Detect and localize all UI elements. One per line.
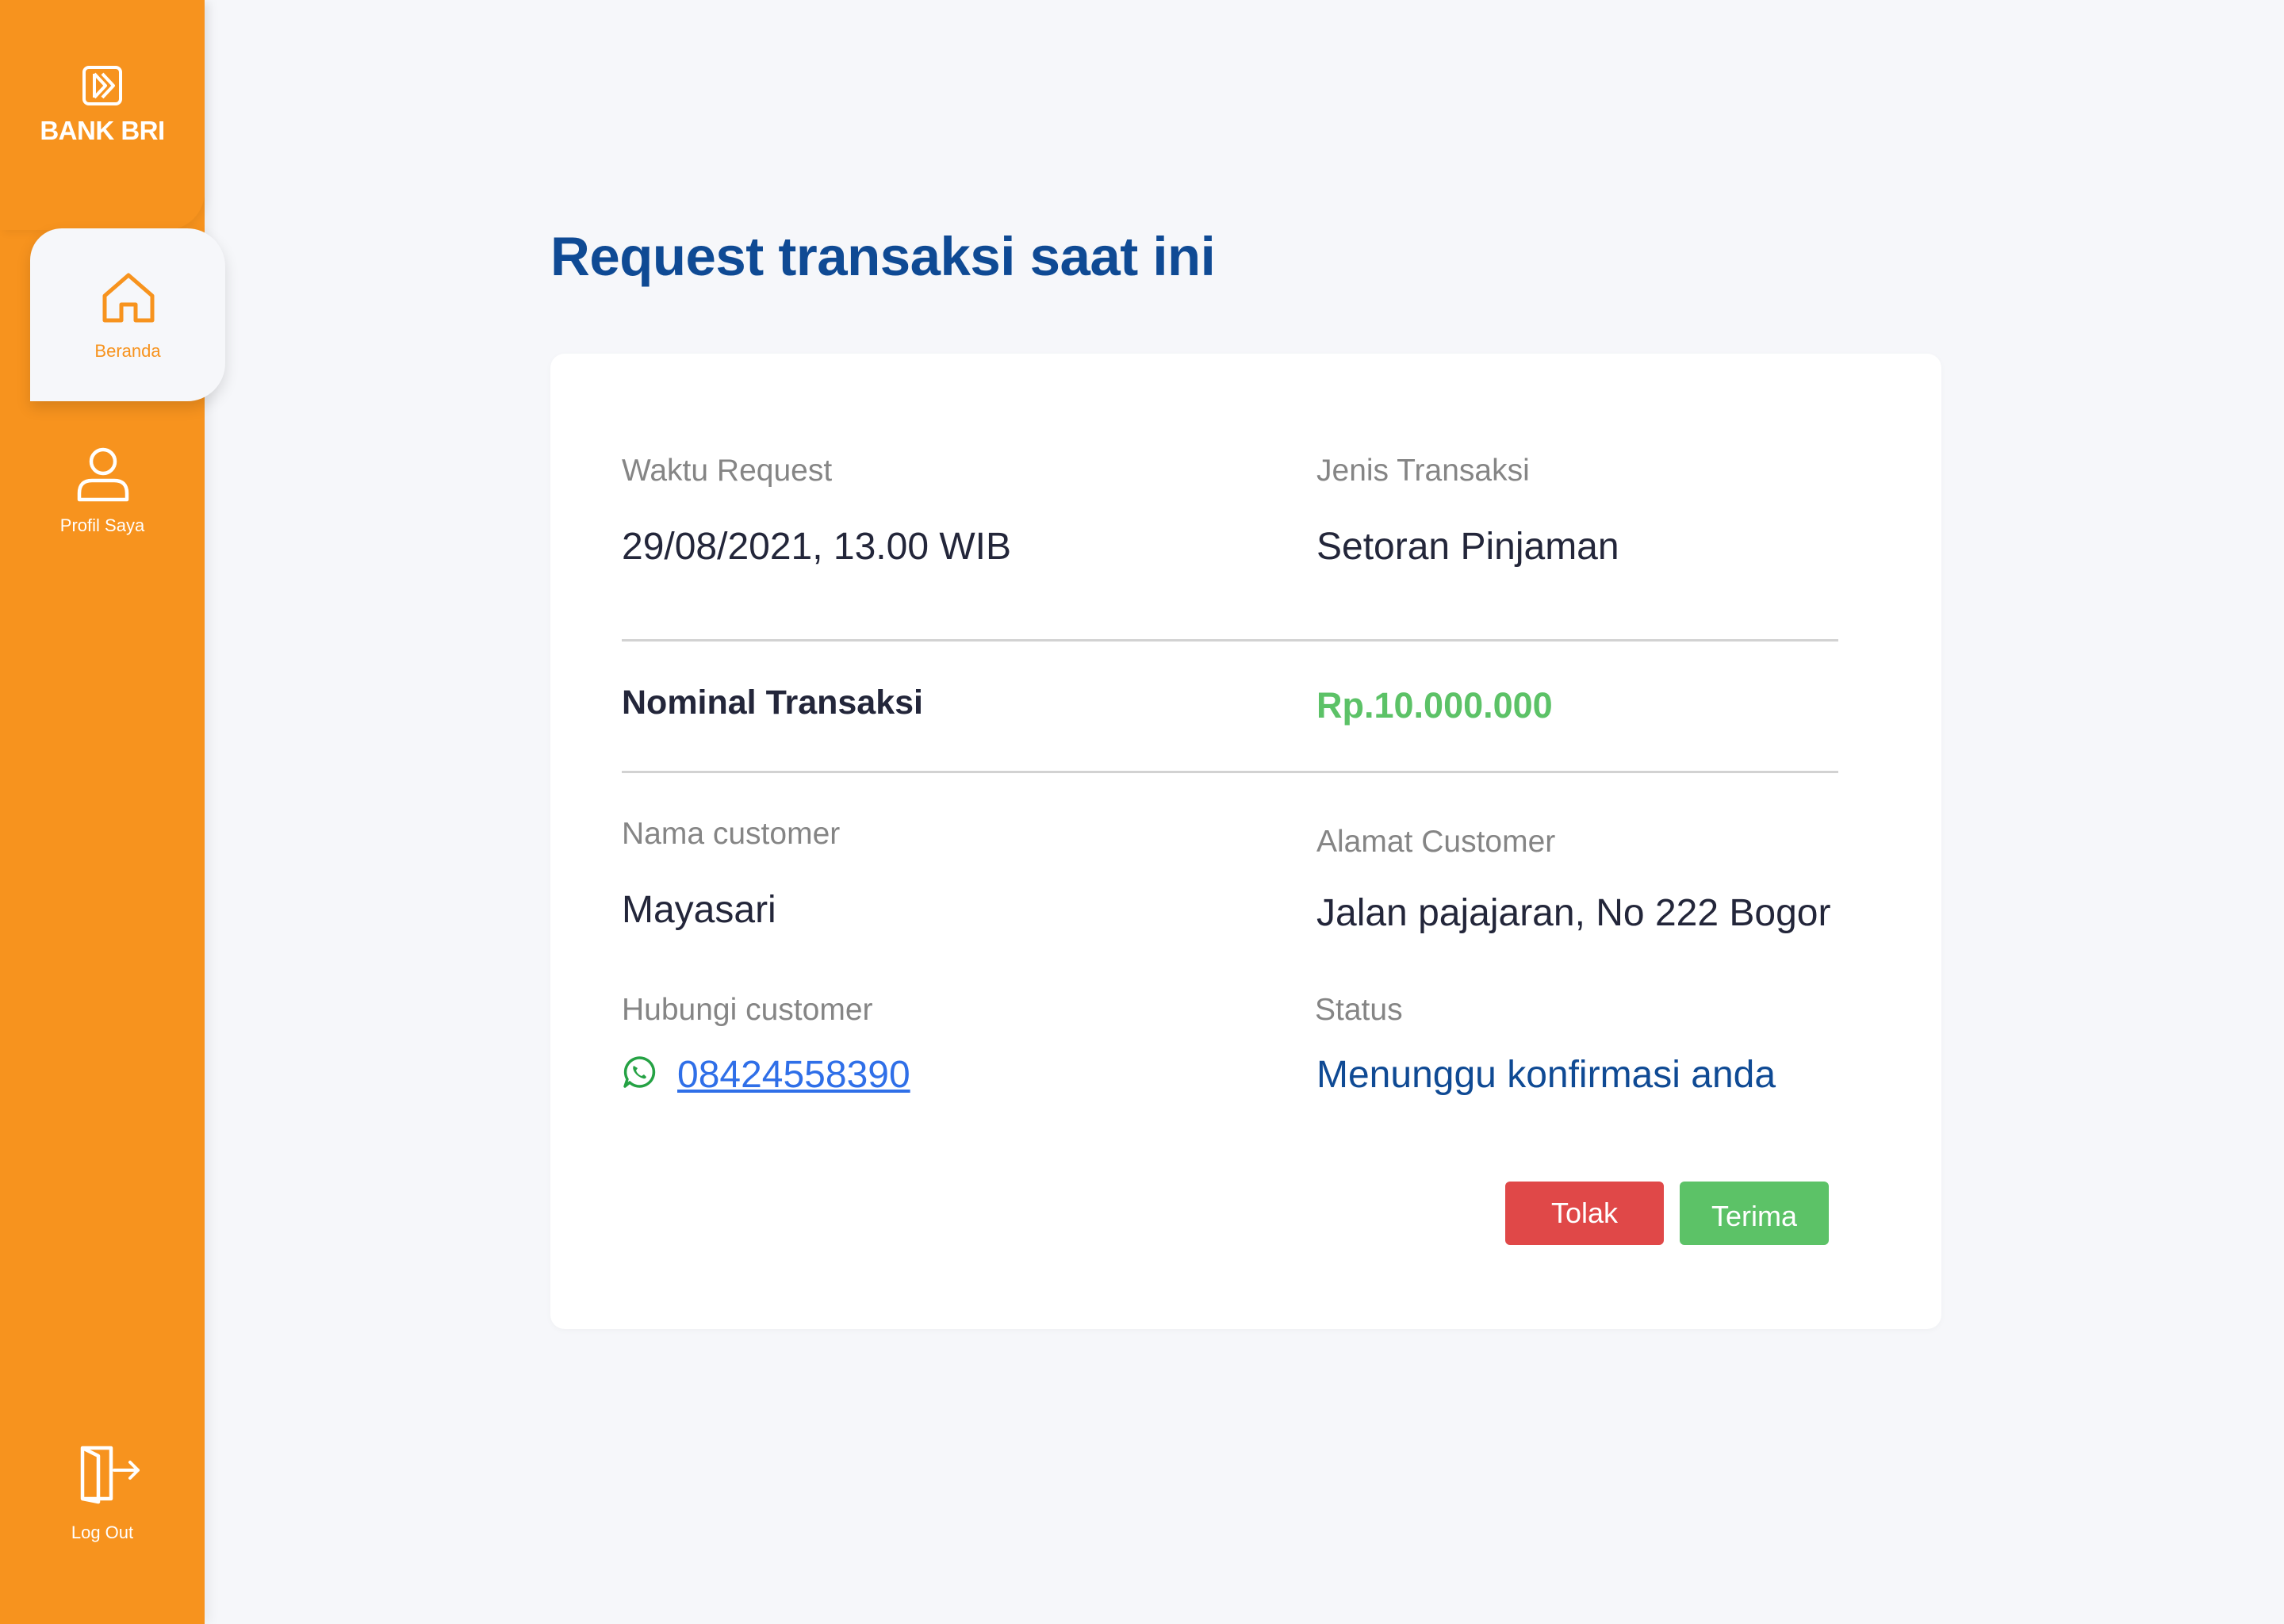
status-label: Status	[1315, 993, 1403, 1027]
jenis-transaksi-value: Setoran Pinjaman	[1316, 526, 1619, 568]
nama-customer-value: Mayasari	[622, 889, 776, 931]
home-icon	[102, 273, 155, 323]
waktu-request-value: 29/08/2021, 13.00 WIB	[622, 526, 1012, 568]
status-value: Menunggu konfirmasi anda	[1316, 1054, 1776, 1096]
logout-label: Log Out	[71, 1522, 134, 1542]
nominal-transaksi-value: Rp.10.000.000	[1316, 685, 1553, 726]
sidebar-item-label: Beranda	[94, 341, 161, 361]
divider	[622, 771, 1838, 773]
bri-logo-icon	[82, 66, 122, 105]
whatsapp-icon	[623, 1056, 656, 1088]
sidebar-item-profil-saya[interactable]: Profil Saya	[0, 435, 205, 546]
customer-phone-link[interactable]: 08424558390	[677, 1053, 910, 1097]
sidebar-item-log-out[interactable]: Log Out	[0, 1442, 205, 1553]
hubungi-customer-label: Hubungi customer	[622, 993, 873, 1027]
reject-button[interactable]: Tolak	[1505, 1182, 1664, 1245]
accept-button[interactable]: Terima	[1680, 1182, 1829, 1245]
divider	[622, 639, 1838, 642]
logout-icon	[80, 1446, 140, 1504]
bank-logo: BANK BRI	[0, 0, 205, 230]
sidebar-item-label: Profil Saya	[59, 515, 145, 535]
waktu-request-label: Waktu Request	[622, 454, 833, 488]
transaction-request-card: Waktu Request 29/08/2021, 13.00 WIB Jeni…	[550, 354, 1941, 1329]
alamat-customer-label: Alamat Customer	[1316, 825, 1556, 859]
page-title: Request transaksi saat ini	[550, 226, 1216, 287]
sidebar-item-beranda[interactable]: Beranda	[30, 228, 225, 401]
bank-name: BANK BRI	[40, 116, 165, 145]
sidebar: BANK BRI Beranda Profil Saya Log Out	[0, 0, 225, 1624]
nominal-transaksi-label: Nominal Transaksi	[622, 684, 923, 722]
alamat-customer-value: Jalan pajajaran, No 222 Bogor	[1316, 892, 1831, 934]
jenis-transaksi-label: Jenis Transaksi	[1316, 454, 1530, 488]
user-icon	[77, 447, 129, 502]
nama-customer-label: Nama customer	[622, 817, 841, 851]
